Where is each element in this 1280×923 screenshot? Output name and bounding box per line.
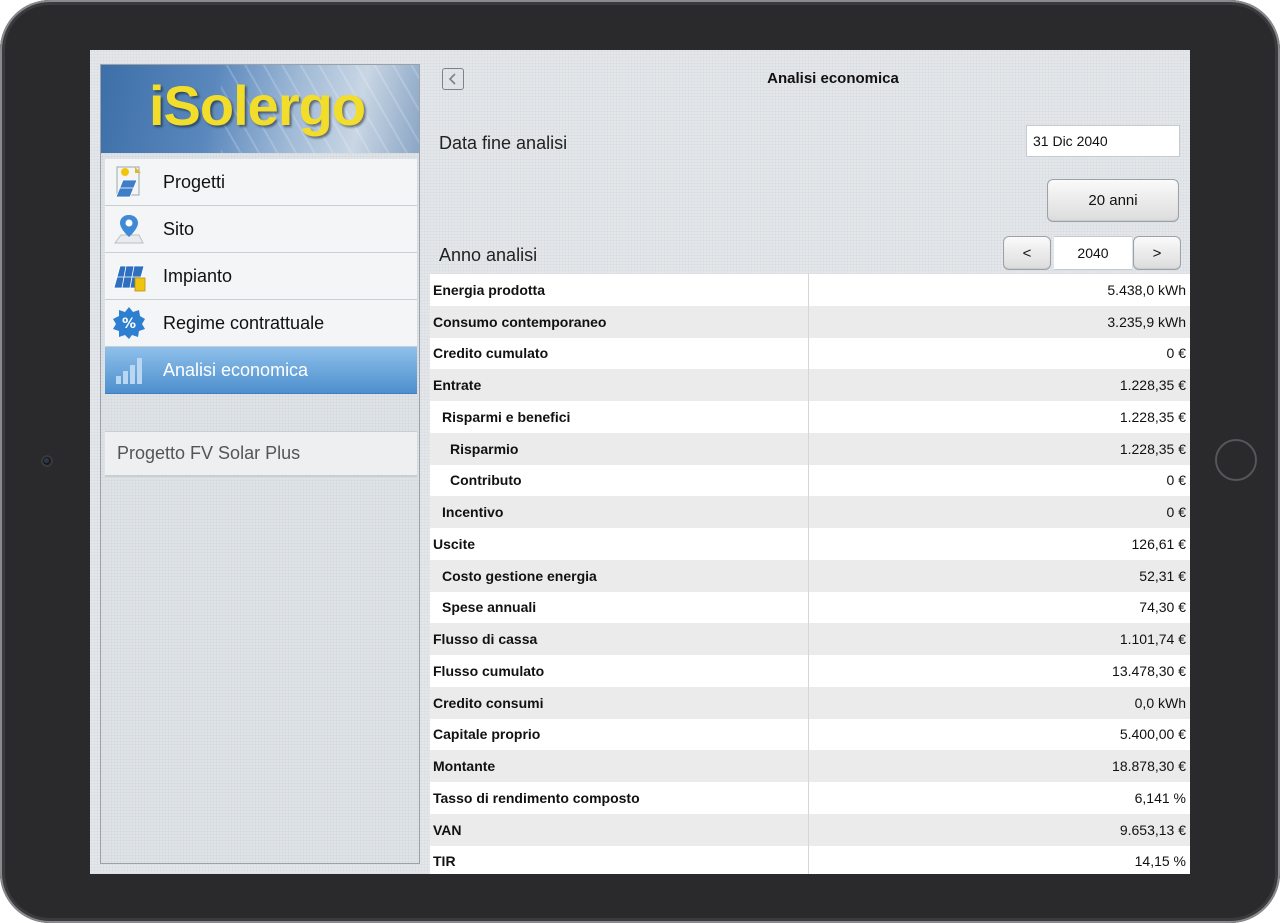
row-label: TIR	[430, 845, 809, 874]
row-label: Costo gestione energia	[430, 559, 809, 592]
table-row: Incentivo 0 €	[430, 496, 1190, 528]
row-label: Incentivo	[430, 496, 809, 528]
table-row: TIR 14,15 %	[430, 845, 1190, 874]
table-row: Credito cumulato 0 €	[430, 337, 1190, 370]
row-value: 3.235,9 kWh	[1107, 313, 1186, 330]
row-value: 6,141 %	[1134, 789, 1186, 806]
row-value: 52,31 €	[1139, 567, 1186, 584]
table-row: Montante 18.878,30 €	[430, 750, 1190, 782]
map-pin-icon	[111, 211, 147, 247]
row-value: 0 €	[1166, 472, 1186, 489]
end-date-label: Data fine analisi	[439, 133, 568, 153]
tablet-frame: iSolergo Progetti Sito Impianto % Regime…	[0, 0, 1280, 923]
projects-icon	[111, 164, 147, 200]
row-label: Spese annuali	[430, 591, 809, 624]
camera-icon	[41, 455, 53, 467]
results-table: Energia prodotta 5.438,0 kWh Consumo conte…	[430, 274, 1190, 874]
row-label: Risparmi e benefici	[430, 401, 809, 433]
table-row: Credito consumi 0,0 kWh	[430, 686, 1190, 719]
row-label: Credito consumi	[430, 686, 809, 719]
table-row: Flusso cumulato 13.478,30 €	[430, 655, 1190, 687]
sidebar: iSolergo Progetti Sito Impianto % Regime…	[100, 64, 420, 864]
sidebar-item-impianto[interactable]: Impianto	[105, 253, 417, 300]
row-value: 9.653,13 €	[1119, 821, 1186, 838]
row-value: 126,61 €	[1131, 535, 1187, 552]
end-date-field[interactable]: 31 Dic 2040	[1026, 125, 1180, 157]
row-value: 74,30 €	[1139, 599, 1186, 616]
table-row: Tasso di rendimento composto 6,141 %	[430, 782, 1190, 814]
years-button[interactable]: 20 anni	[1047, 179, 1179, 222]
app-logo: iSolergo	[101, 65, 419, 153]
year-label: Anno analisi	[439, 245, 538, 265]
table-row: Spese annuali 74,30 €	[430, 591, 1190, 624]
row-label: Uscite	[430, 528, 809, 560]
table-row: Flusso di cassa 1.101,74 €	[430, 623, 1190, 655]
table-row: Consumo contemporaneo 3.235,9 kWh	[430, 305, 1190, 338]
row-value: 18.878,30 €	[1112, 758, 1186, 775]
table-row: Capitale proprio 5.400,00 €	[430, 718, 1190, 751]
row-value: 14,15 %	[1134, 853, 1186, 870]
row-value: 0,0 kWh	[1134, 694, 1186, 711]
sidebar-item-progetti[interactable]: Progetti	[105, 159, 417, 206]
row-value: 13.478,30 €	[1112, 662, 1186, 679]
logo-text: iSolergo	[149, 74, 366, 137]
next-year-button[interactable]: >	[1133, 236, 1181, 270]
table-row: Entrate 1.228,35 €	[430, 369, 1190, 401]
row-label: Capitale proprio	[430, 718, 809, 751]
solar-panel-icon	[111, 258, 147, 294]
sidebar-item-label: Sito	[163, 218, 195, 239]
sidebar-item-regime-contrattuale[interactable]: % Regime contrattuale	[105, 300, 417, 347]
sidebar-item-label: Regime contrattuale	[163, 312, 325, 333]
table-row: Uscite 126,61 €	[430, 528, 1190, 560]
percent-badge-icon: %	[111, 305, 147, 341]
row-label: Flusso cumulato	[430, 655, 809, 687]
row-label: Flusso di cassa	[430, 623, 809, 655]
project-name-item[interactable]: Progetto FV Solar Plus	[105, 431, 417, 477]
row-value: 5.438,0 kWh	[1107, 281, 1186, 298]
row-value: 5.400,00 €	[1119, 726, 1186, 743]
previous-year-button[interactable]: <	[1003, 236, 1051, 270]
sidebar-item-label: Impianto	[163, 265, 233, 286]
sidebar-item-label: Progetti	[163, 171, 226, 192]
home-button[interactable]	[1215, 439, 1257, 481]
table-row: Costo gestione energia 52,31 €	[430, 559, 1190, 592]
sidebar-item-label: Analisi economica	[163, 359, 309, 380]
row-label: Energia prodotta	[430, 274, 809, 306]
sidebar-nav: Progetti Sito Impianto % Regime contratt…	[105, 159, 417, 394]
row-value: 0 €	[1166, 345, 1186, 362]
row-value: 1.101,74 €	[1119, 631, 1186, 648]
bar-chart-icon	[111, 352, 147, 388]
table-row: Energia prodotta 5.438,0 kWh	[430, 274, 1190, 306]
svg-text:%: %	[122, 316, 136, 332]
table-row: VAN 9.653,13 €	[430, 813, 1190, 846]
table-row: Contributo 0 €	[430, 464, 1190, 497]
page-title: Analisi economica	[767, 70, 899, 87]
row-label: Montante	[430, 750, 809, 782]
app-screen: iSolergo Progetti Sito Impianto % Regime…	[90, 50, 1190, 874]
row-label: Contributo	[430, 464, 809, 497]
project-name: Progetto FV Solar Plus	[117, 443, 301, 463]
row-label: VAN	[430, 813, 809, 846]
row-value: 1.228,35 €	[1119, 408, 1186, 425]
row-label: Credito cumulato	[430, 337, 809, 370]
year-field[interactable]: 2040	[1054, 236, 1132, 270]
sidebar-item-analisi-economica[interactable]: Analisi economica	[105, 347, 417, 394]
sidebar-item-sito[interactable]: Sito	[105, 206, 417, 253]
row-value: 0 €	[1166, 504, 1186, 521]
row-label: Tasso di rendimento composto	[430, 782, 809, 814]
row-value: 1.228,35 €	[1119, 377, 1186, 394]
row-label: Risparmio	[430, 432, 809, 465]
table-row: Risparmi e benefici 1.228,35 €	[430, 401, 1190, 433]
row-value: 1.228,35 €	[1119, 440, 1186, 457]
table-row: Risparmio 1.228,35 €	[430, 432, 1190, 465]
row-label: Entrate	[430, 369, 809, 401]
row-label: Consumo contemporaneo	[430, 305, 809, 338]
